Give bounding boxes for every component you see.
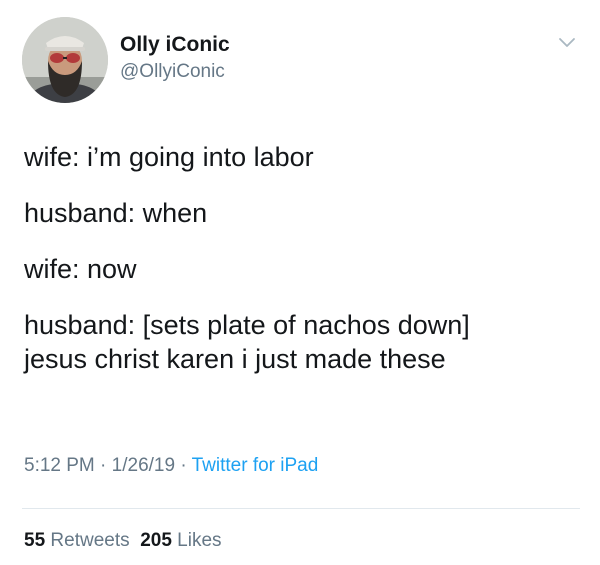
meta-separator: · [175, 455, 192, 476]
chevron-down-icon[interactable] [558, 36, 576, 50]
tweet-meta: 5:12 PM · 1/26/19 · Twitter for iPad [24, 455, 318, 477]
bearded-man-avatar-icon [22, 17, 108, 103]
tweet-line: wife: i’m going into labor [24, 142, 314, 172]
divider [22, 508, 580, 509]
tweet-source-link[interactable]: Twitter for iPad [192, 455, 319, 476]
likes-stat[interactable]: 205 Likes [140, 530, 221, 551]
tweet-line: wife: now [24, 254, 137, 284]
tweet-line: jesus christ karen i just made these [24, 344, 446, 374]
tweet-stats: 55 Retweets 205 Likes [24, 530, 222, 552]
tweet-text: wife: i’m going into labor husband: when… [24, 140, 584, 376]
tweet-line: husband: when [24, 198, 208, 228]
retweets-stat[interactable]: 55 Retweets [24, 530, 130, 551]
tweet-date[interactable]: 1/26/19 [112, 455, 175, 476]
avatar[interactable] [22, 17, 108, 103]
author-handle[interactable]: @OllyiConic [120, 61, 225, 83]
meta-separator: · [94, 455, 112, 476]
retweets-label: Retweets [50, 530, 130, 551]
retweets-count: 55 [24, 530, 46, 551]
likes-count: 205 [140, 530, 172, 551]
tweet-time[interactable]: 5:12 PM [24, 455, 95, 476]
likes-label: Likes [177, 530, 222, 551]
author-display-name[interactable]: Olly iConic [120, 33, 230, 57]
tweet-line: husband: [sets plate of nachos down] [24, 310, 470, 340]
